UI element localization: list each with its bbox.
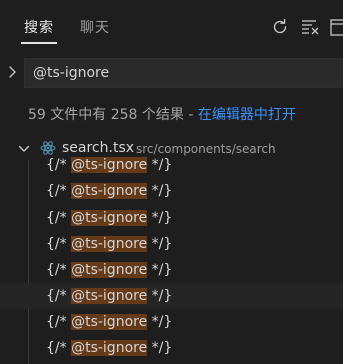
match-suffix: */} <box>147 183 173 199</box>
search-panel: 搜索 聊天 @ts-ignore 59 文件中有 258 个结果 - 在编辑器中… <box>0 0 343 364</box>
match-line: {/* @ts-ignore */} <box>46 156 172 174</box>
match-prefix: {/* <box>46 340 72 356</box>
match-row[interactable]: {/* @ts-ignore */} <box>0 335 343 361</box>
tab-search[interactable]: 搜索 <box>24 19 54 37</box>
chevron-right-icon[interactable] <box>6 63 20 81</box>
match-suffix: */} <box>147 157 173 173</box>
match-row[interactable]: {/* @ts-ignore */} <box>0 231 343 257</box>
clear-results-button[interactable] <box>300 17 322 39</box>
match-line: {/* @ts-ignore */} <box>46 339 172 357</box>
results-summary: 59 文件中有 258 个结果 - 在编辑器中打开 <box>28 106 296 124</box>
match-row[interactable]: {/* @ts-ignore */} <box>0 152 343 178</box>
match-highlight: @ts-ignore <box>71 183 148 199</box>
match-prefix: {/* <box>46 288 72 304</box>
match-highlight: @ts-ignore <box>71 236 148 252</box>
match-line: {/* @ts-ignore */} <box>46 287 172 305</box>
match-prefix: {/* <box>46 157 72 173</box>
match-line: {/* @ts-ignore */} <box>46 235 172 253</box>
open-new-editor-button[interactable] <box>328 17 343 39</box>
match-suffix: */} <box>147 210 173 226</box>
match-highlight: @ts-ignore <box>71 340 148 356</box>
clear-results-icon <box>302 20 319 35</box>
tab-chat[interactable]: 聊天 <box>80 19 110 37</box>
active-tab-indicator <box>21 42 57 44</box>
match-list: {/* @ts-ignore */} {/* @ts-ignore */} {/… <box>0 157 343 364</box>
match-highlight: @ts-ignore <box>71 314 148 330</box>
match-row[interactable]: {/* @ts-ignore */} <box>0 257 343 283</box>
match-highlight: @ts-ignore <box>71 288 148 304</box>
match-line: {/* @ts-ignore */} <box>46 261 172 279</box>
refresh-button[interactable] <box>270 17 292 39</box>
refresh-icon <box>273 18 287 34</box>
match-prefix: {/* <box>46 210 72 226</box>
match-prefix: {/* <box>46 314 72 330</box>
panel-header: 搜索 聊天 <box>0 0 343 48</box>
open-in-editor-link[interactable]: 在编辑器中打开 <box>198 107 296 123</box>
match-highlight: @ts-ignore <box>71 157 148 173</box>
match-suffix: */} <box>147 262 173 278</box>
results-count: 59 文件中有 258 个结果 <box>28 107 184 123</box>
match-line: {/* @ts-ignore */} <box>46 313 172 331</box>
match-suffix: */} <box>147 340 173 356</box>
search-input[interactable]: @ts-ignore <box>24 58 343 88</box>
match-highlight: @ts-ignore <box>71 210 148 226</box>
search-input-value: @ts-ignore <box>33 65 110 81</box>
match-prefix: {/* <box>46 183 72 199</box>
match-line: {/* @ts-ignore */} <box>46 182 172 200</box>
match-prefix: {/* <box>46 262 72 278</box>
match-line: {/* @ts-ignore */} <box>46 209 172 227</box>
match-suffix: */} <box>147 288 173 304</box>
match-highlight: @ts-ignore <box>71 262 148 278</box>
match-row[interactable]: {/* @ts-ignore */} <box>0 178 343 204</box>
match-row[interactable]: {/* @ts-ignore */} <box>0 205 343 231</box>
match-row-hovered[interactable]: {/* @ts-ignore */} <box>0 283 343 309</box>
match-row[interactable]: {/* @ts-ignore */} <box>0 309 343 335</box>
open-new-editor-icon <box>330 19 343 36</box>
match-prefix: {/* <box>46 236 72 252</box>
match-suffix: */} <box>147 314 173 330</box>
match-suffix: */} <box>147 236 173 252</box>
summary-separator: - <box>183 107 198 123</box>
